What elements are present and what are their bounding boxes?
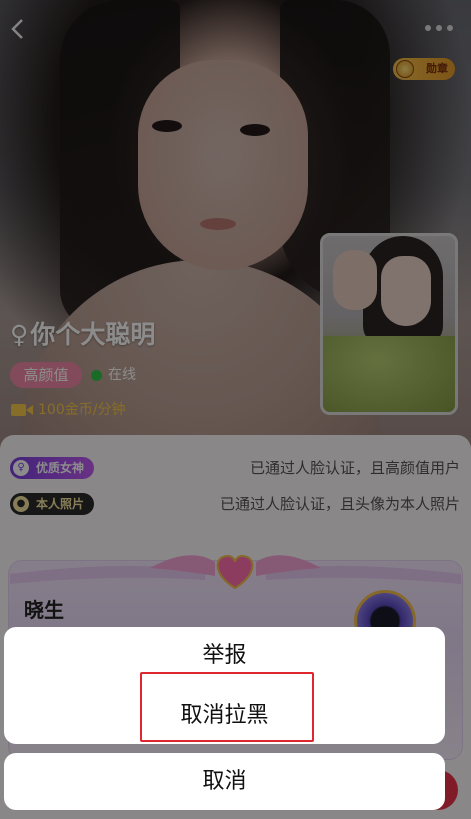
highlight-box: [140, 672, 314, 742]
report-option[interactable]: 举报: [4, 639, 445, 673]
cancel-button[interactable]: 取消: [4, 763, 445, 801]
cancel-sheet: 取消: [4, 753, 445, 810]
